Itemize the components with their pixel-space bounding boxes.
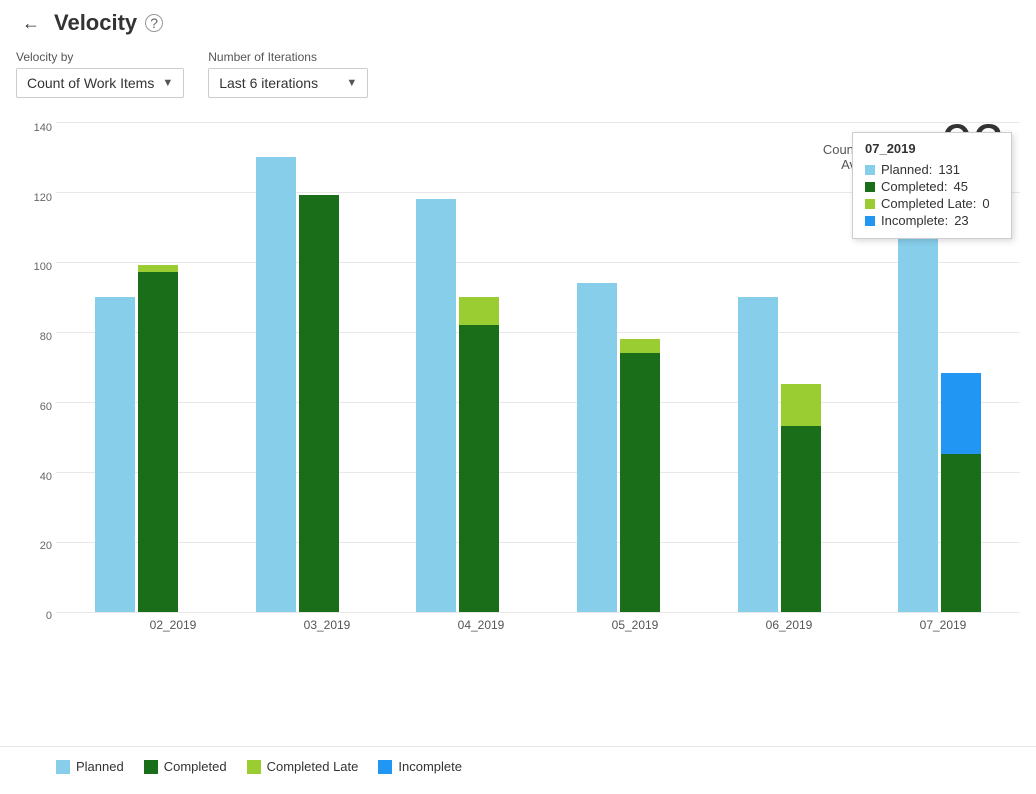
tooltip-completed-late-value: 0 xyxy=(982,196,989,211)
x-axis-label: 07_2019 xyxy=(866,612,1020,632)
legend-label: Incomplete xyxy=(398,759,462,774)
legend-color-box xyxy=(144,760,158,774)
y-axis-label: 40 xyxy=(40,471,52,483)
chart-inner: 07_2019 Planned: 131 Completed: 45 Compl… xyxy=(56,122,1020,632)
help-icon[interactable]: ? xyxy=(145,14,163,32)
bar-completed-late[interactable] xyxy=(138,265,178,272)
y-axis-label: 100 xyxy=(34,261,52,273)
tooltip-incomplete-value: 23 xyxy=(954,213,968,228)
iterations-chevron: ▼ xyxy=(346,77,357,89)
bar-planned[interactable] xyxy=(577,283,617,612)
bar-completed[interactable] xyxy=(138,272,178,612)
bar-planned[interactable] xyxy=(95,297,135,612)
legend-item: Planned xyxy=(56,759,124,774)
bar-completed-late[interactable] xyxy=(459,297,499,325)
tooltip-planned-value: 131 xyxy=(938,162,960,177)
tooltip-completed-value: 45 xyxy=(953,179,967,194)
tooltip-completed-late-dot xyxy=(865,199,875,209)
y-axis-label: 0 xyxy=(46,610,52,622)
bar-planned[interactable] xyxy=(256,157,296,612)
bar-completed[interactable] xyxy=(781,426,821,612)
legend-label: Completed Late xyxy=(267,759,359,774)
bar-stack xyxy=(459,122,499,612)
tooltip-planned: Planned: 131 xyxy=(865,162,999,177)
x-axis-label: 03_2019 xyxy=(250,612,404,632)
tooltip-completed-dot xyxy=(865,182,875,192)
velocity-by-label: Velocity by xyxy=(16,50,184,64)
tooltip-completed-late-label: Completed Late: xyxy=(881,196,976,211)
bar-group xyxy=(699,122,860,612)
tooltip: 07_2019 Planned: 131 Completed: 45 Compl… xyxy=(852,132,1012,239)
y-axis: 0 20 40 60 80 100 120 140 xyxy=(16,122,52,622)
bar-group xyxy=(56,122,217,612)
legend-color-box xyxy=(247,760,261,774)
bar-planned[interactable] xyxy=(738,297,778,612)
y-axis-label: 60 xyxy=(40,401,52,413)
chart-area: Count of work items Average Velocity 92 … xyxy=(0,106,1036,742)
header: ← Velocity ? xyxy=(0,0,1036,42)
bar-completed[interactable] xyxy=(299,195,339,612)
x-axis-label: 05_2019 xyxy=(558,612,712,632)
legend-item: Completed Late xyxy=(247,759,359,774)
tooltip-completed-label: Completed: xyxy=(881,179,947,194)
bar-stack xyxy=(781,122,821,612)
bar-completed[interactable] xyxy=(941,454,981,612)
iterations-select[interactable]: Last 6 iterations ▼ xyxy=(208,68,368,98)
legend-label: Planned xyxy=(76,759,124,774)
x-labels: 02_201903_201904_201905_201906_201907_20… xyxy=(96,612,1020,632)
bar-completed[interactable] xyxy=(620,353,660,612)
tooltip-incomplete-label: Incomplete: xyxy=(881,213,948,228)
back-button[interactable]: ← xyxy=(16,11,46,36)
velocity-by-select[interactable]: Count of Work Items ▼ xyxy=(16,68,184,98)
bar-completed-late[interactable] xyxy=(781,384,821,426)
y-axis-label: 120 xyxy=(34,192,52,204)
tooltip-planned-dot xyxy=(865,165,875,175)
legend-color-box xyxy=(378,760,392,774)
legend-label: Completed xyxy=(164,759,227,774)
tooltip-planned-label: Planned: xyxy=(881,162,932,177)
x-axis-label: 04_2019 xyxy=(404,612,558,632)
bar-group xyxy=(538,122,699,612)
velocity-by-chevron: ▼ xyxy=(162,77,173,89)
y-axis-label: 80 xyxy=(40,331,52,343)
bar-completed-late[interactable] xyxy=(620,339,660,353)
velocity-by-filter: Velocity by Count of Work Items ▼ xyxy=(16,50,184,98)
bar-completed[interactable] xyxy=(459,325,499,612)
chart-container: 0 20 40 60 80 100 120 140 07_2019 Planned: 131 … xyxy=(16,122,1020,742)
bar-stack xyxy=(299,122,339,612)
legend-item: Completed xyxy=(144,759,227,774)
tooltip-completed: Completed: 45 xyxy=(865,179,999,194)
bar-planned[interactable] xyxy=(416,199,456,612)
bar-incomplete[interactable] xyxy=(941,373,981,454)
tooltip-incomplete-dot xyxy=(865,216,875,226)
x-axis-label: 02_2019 xyxy=(96,612,250,632)
tooltip-title: 07_2019 xyxy=(865,141,999,156)
y-axis-label: 20 xyxy=(40,540,52,552)
bar-group xyxy=(217,122,378,612)
x-axis-label: 06_2019 xyxy=(712,612,866,632)
iterations-value: Last 6 iterations xyxy=(219,75,318,91)
tooltip-completed-late: Completed Late: 0 xyxy=(865,196,999,211)
page-title: Velocity xyxy=(54,10,137,36)
tooltip-incomplete: Incomplete: 23 xyxy=(865,213,999,228)
iterations-filter: Number of Iterations Last 6 iterations ▼ xyxy=(208,50,368,98)
legend: Planned Completed Completed Late Incomplete xyxy=(0,746,1036,782)
legend-item: Incomplete xyxy=(378,759,462,774)
bar-stack xyxy=(620,122,660,612)
bar-stack xyxy=(138,122,178,612)
bar-group xyxy=(377,122,538,612)
velocity-by-value: Count of Work Items xyxy=(27,75,154,91)
filters: Velocity by Count of Work Items ▼ Number… xyxy=(0,42,1036,106)
iterations-label: Number of Iterations xyxy=(208,50,368,64)
y-axis-label: 140 xyxy=(34,122,52,134)
legend-color-box xyxy=(56,760,70,774)
